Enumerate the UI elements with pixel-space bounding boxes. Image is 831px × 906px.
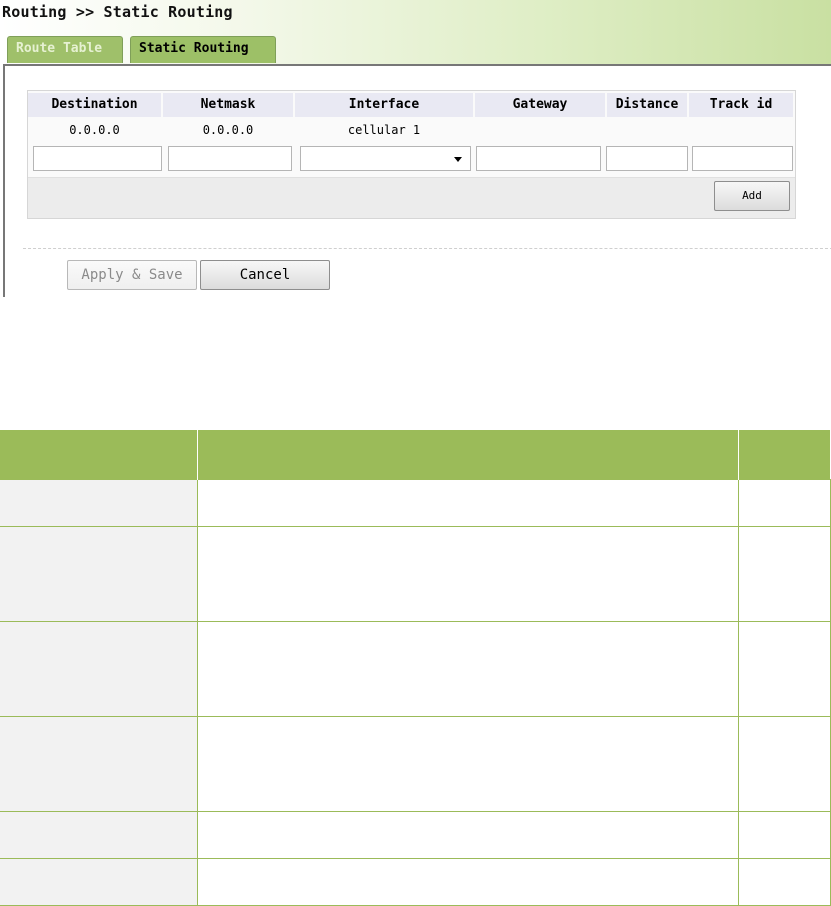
table-cell — [196, 715, 739, 812]
new-route-input-row — [33, 146, 793, 172]
destination-input[interactable] — [33, 146, 162, 171]
table-row — [0, 715, 831, 812]
content-frame: Destination Netmask Interface Gateway Di… — [3, 64, 831, 297]
cell-gateway — [475, 119, 605, 141]
netmask-input[interactable] — [168, 146, 292, 171]
table-cell — [196, 525, 739, 622]
add-route-button[interactable]: Add — [714, 181, 790, 211]
header-cell — [0, 430, 198, 479]
parameter-table — [0, 430, 831, 906]
table-row — [0, 620, 831, 717]
interface-select[interactable] — [300, 146, 471, 171]
parameter-table-header — [0, 430, 830, 479]
table-cell — [0, 620, 198, 717]
table-row — [0, 857, 831, 906]
table-cell — [0, 857, 198, 906]
table-cell — [0, 715, 198, 812]
tab-static-routing[interactable]: Static Routing — [130, 36, 276, 63]
static-route-panel: Destination Netmask Interface Gateway Di… — [27, 90, 796, 219]
track-id-input[interactable] — [692, 146, 793, 171]
table-row — [0, 478, 831, 527]
divider — [23, 248, 831, 249]
table-cell — [0, 478, 198, 527]
cell-interface: cellular 1 — [347, 123, 421, 137]
table-cell — [737, 857, 831, 906]
table-cell — [0, 810, 198, 859]
column-header-gateway: Gateway — [475, 93, 605, 117]
cell-track-id — [689, 119, 793, 141]
table-cell — [0, 525, 198, 622]
add-bar: Add — [28, 177, 795, 218]
page-title: Routing >> Static Routing — [2, 3, 233, 21]
chevron-down-icon — [454, 157, 462, 162]
table-cell — [737, 715, 831, 812]
table-row: 0.0.0.0 0.0.0.0 cellular 1 — [28, 119, 795, 141]
header-cell — [197, 430, 739, 479]
table-cell — [737, 810, 831, 859]
table-cell — [737, 525, 831, 622]
distance-input[interactable] — [606, 146, 688, 171]
gateway-input[interactable] — [476, 146, 601, 171]
column-header-track-id: Track id — [689, 93, 793, 117]
header-banner: Routing >> Static Routing Route Table St… — [0, 0, 831, 64]
column-header-interface: Interface — [295, 93, 473, 117]
cell-netmask: 0.0.0.0 — [202, 123, 254, 137]
table-cell — [737, 620, 831, 717]
table-row — [0, 810, 831, 859]
header-cell — [738, 430, 830, 479]
cell-destination: 0.0.0.0 — [69, 123, 120, 137]
column-header-netmask: Netmask — [163, 93, 293, 117]
column-header-distance: Distance — [607, 93, 687, 117]
column-header-destination: Destination — [28, 93, 161, 117]
table-cell — [196, 620, 739, 717]
tab-route-table[interactable]: Route Table — [7, 36, 123, 63]
apply-save-button[interactable]: Apply & Save — [67, 260, 197, 290]
table-cell — [196, 857, 739, 906]
cell-distance — [607, 119, 687, 141]
table-cell — [737, 478, 831, 527]
table-row — [0, 525, 831, 622]
table-cell — [196, 478, 739, 527]
table-cell — [196, 810, 739, 859]
cancel-button[interactable]: Cancel — [200, 260, 330, 290]
column-header-row: Destination Netmask Interface Gateway Di… — [28, 93, 795, 117]
